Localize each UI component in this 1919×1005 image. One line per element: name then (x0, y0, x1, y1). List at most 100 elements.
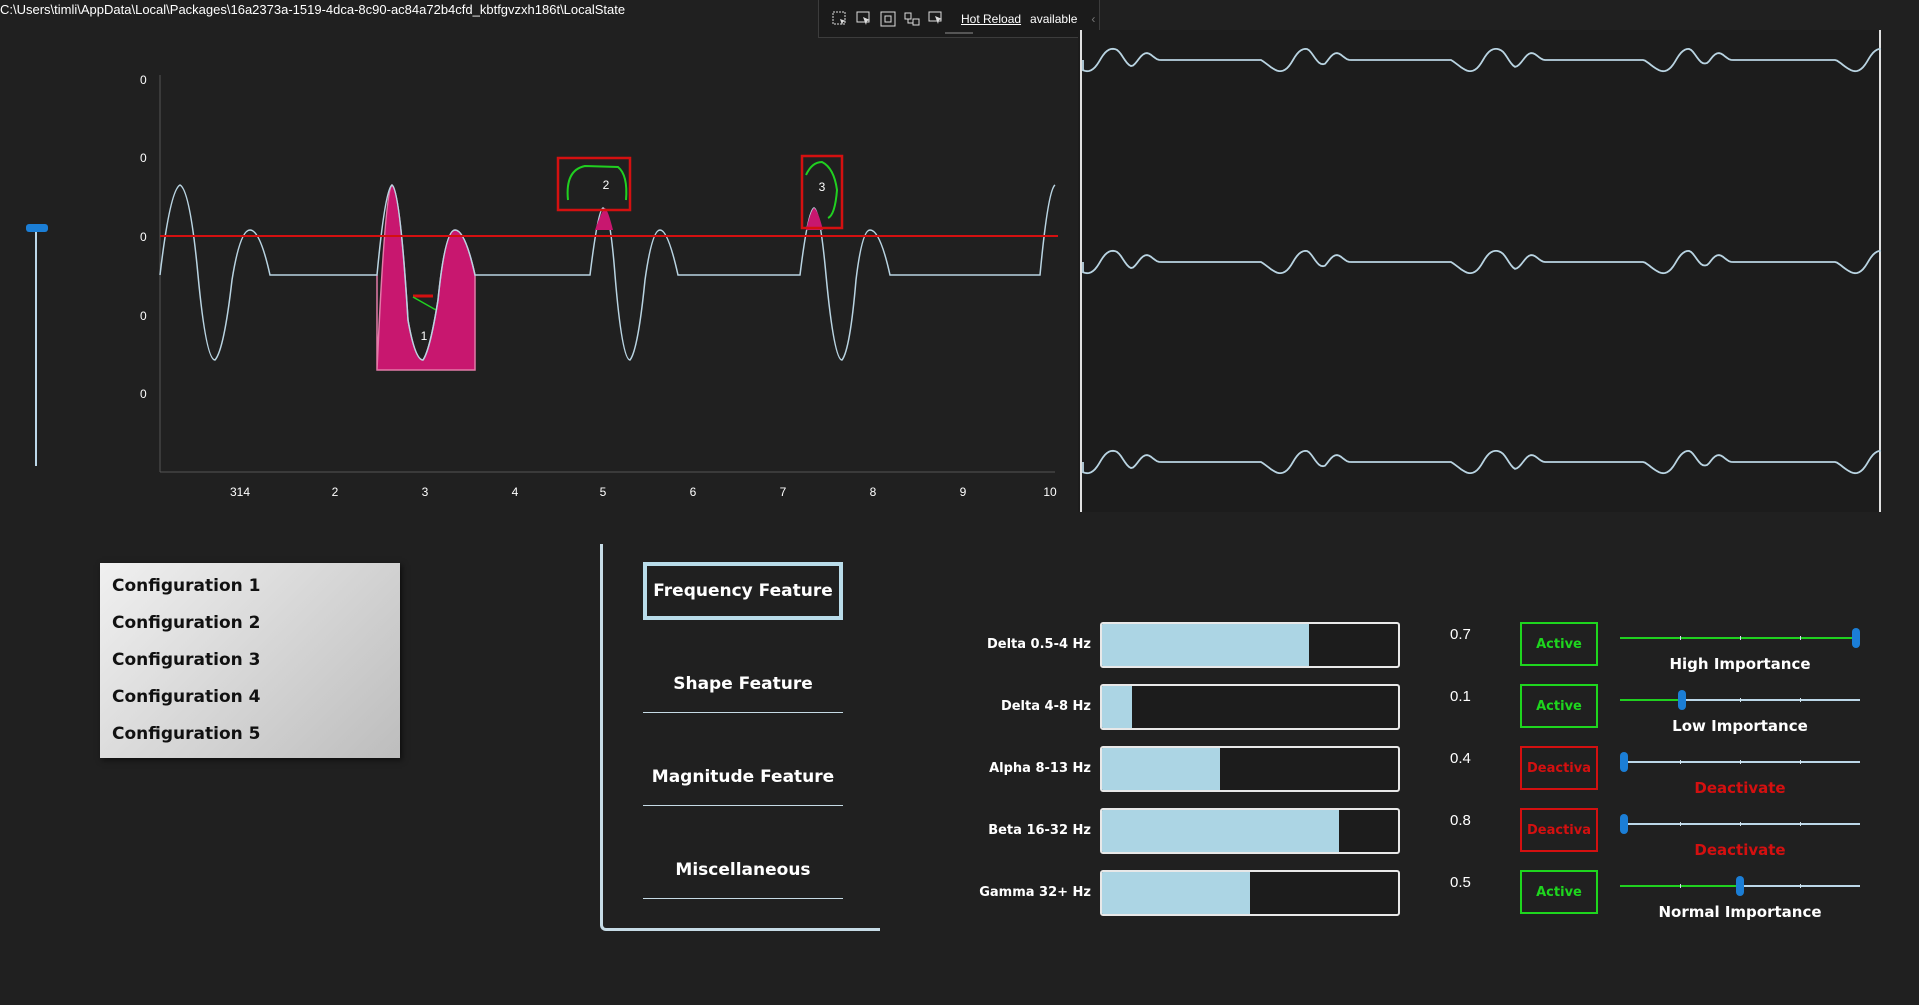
configuration-item[interactable]: Configuration 4 (100, 684, 400, 721)
band-value: 0.7 (1450, 626, 1471, 643)
annotation-label-1: 1 (421, 329, 428, 343)
y-tick-label: 0 (140, 230, 147, 244)
importance-slider-thumb[interactable] (1736, 876, 1744, 896)
toolbar-grip[interactable] (945, 32, 973, 34)
tab-magnitude-feature[interactable]: Magnitude Feature (643, 748, 843, 806)
annotation-label-3: 3 (819, 180, 826, 194)
importance-label: Low Importance (1672, 717, 1808, 735)
threshold-slider-thumb[interactable] (26, 224, 48, 232)
band-value: 0.1 (1450, 688, 1471, 705)
band-status-toggle[interactable]: Deactiva (1520, 746, 1598, 790)
feature-tab-panel: Frequency Feature Shape Feature Magnitud… (600, 544, 880, 931)
importance-label: Deactivate (1694, 841, 1786, 859)
chevron-left-icon[interactable]: ‹ (1091, 12, 1095, 26)
y-tick-label: 0 (140, 73, 147, 87)
debug-toolbar: Hot Reload available ‹ (818, 0, 1100, 38)
importance-slider[interactable] (1620, 814, 1860, 834)
importance-label: Normal Importance (1658, 903, 1822, 921)
display-layout-adorners-icon[interactable] (879, 10, 897, 28)
importance-slider-fill (1620, 699, 1679, 701)
band-value: 0.5 (1450, 874, 1471, 891)
importance-slider-thumb[interactable] (1678, 690, 1686, 710)
hot-reload-status: available (1030, 11, 1078, 26)
band-status-toggle[interactable]: Active (1520, 870, 1598, 914)
window-path-title: C:\Users\timli\AppData\Local\Packages\16… (0, 2, 626, 17)
importance-label: High Importance (1669, 655, 1811, 673)
importance-slider-thumb[interactable] (1852, 628, 1860, 648)
importance-slider-tick (1800, 636, 1801, 640)
band-label: Delta 4-8 Hz (1000, 699, 1091, 714)
importance-slider-tick (1680, 822, 1681, 826)
x-tick-label: 6 (690, 485, 697, 499)
tab-miscellaneous[interactable]: Miscellaneous (643, 841, 843, 899)
x-tick-label: 2 (332, 485, 339, 499)
importance-slider-tick (1680, 884, 1681, 888)
select-element-icon[interactable] (831, 10, 849, 28)
x-tick-label: 9 (960, 485, 967, 499)
band-power-bar (1100, 684, 1400, 730)
importance-slider[interactable] (1620, 876, 1860, 896)
y-tick-label: 0 (140, 151, 147, 165)
importance-slider-tick (1680, 760, 1681, 764)
band-power-fill (1102, 686, 1132, 728)
signal-chart[interactable]: 0 0 0 0 0 314 2 3 4 5 6 7 8 9 10 1 2 3 (140, 60, 1060, 510)
band-value: 0.8 (1450, 812, 1471, 829)
band-label: Beta 16-32 Hz (988, 823, 1091, 838)
band-status-toggle[interactable]: Active (1520, 684, 1598, 728)
band-power-fill (1102, 810, 1339, 852)
importance-slider-tick (1740, 698, 1741, 702)
tab-frequency-feature[interactable]: Frequency Feature (643, 562, 843, 620)
tab-shape-feature[interactable]: Shape Feature (643, 655, 843, 713)
pointer-icon[interactable] (855, 10, 873, 28)
x-tick-label: 7 (780, 485, 787, 499)
importance-label: Deactivate (1694, 779, 1786, 797)
threshold-slider[interactable] (26, 224, 48, 466)
band-power-fill (1102, 748, 1221, 790)
annotation-green-1 (412, 296, 437, 311)
x-tick-label: 314 (230, 485, 250, 499)
configuration-item[interactable]: Configuration 3 (100, 647, 400, 684)
band-status-toggle[interactable]: Active (1520, 622, 1598, 666)
band-label: Delta 0.5-4 Hz (986, 637, 1091, 652)
band-status-toggle[interactable]: Deactiva (1520, 808, 1598, 852)
configuration-item[interactable]: Configuration 1 (100, 573, 400, 610)
importance-slider[interactable] (1620, 690, 1860, 710)
band-power-fill (1102, 624, 1310, 666)
configuration-item[interactable]: Configuration 2 (100, 610, 400, 647)
x-tick-label: 8 (870, 485, 877, 499)
x-tick-label: 10 (1043, 485, 1057, 499)
x-tick-label: 5 (600, 485, 607, 499)
x-tick-label: 3 (422, 485, 429, 499)
band-label: Gamma 32+ Hz (979, 885, 1091, 900)
importance-slider-fill (1620, 885, 1738, 887)
importance-slider-thumb[interactable] (1620, 752, 1628, 772)
importance-slider[interactable] (1620, 628, 1860, 648)
band-value: 0.4 (1450, 750, 1471, 767)
band-label: Alpha 8-13 Hz (989, 761, 1091, 776)
y-tick-label: 0 (140, 309, 147, 323)
x-tick-label: 4 (512, 485, 519, 499)
band-power-bar (1100, 870, 1400, 916)
importance-slider-thumb[interactable] (1620, 814, 1628, 834)
highlight-region-2[interactable] (595, 208, 613, 230)
band-power-bar (1100, 808, 1400, 854)
configuration-list[interactable]: Configuration 1 Configuration 2 Configur… (100, 563, 400, 758)
threshold-slider-track[interactable] (35, 228, 37, 466)
hot-reload-link[interactable]: Hot Reload (961, 12, 1021, 26)
track-focus-icon[interactable] (903, 10, 921, 28)
importance-slider-tick (1800, 698, 1801, 702)
live-visual-tree-icon[interactable] (927, 10, 945, 28)
channel-waveform-panel (1078, 30, 1882, 512)
annotation-green-2 (566, 164, 628, 201)
importance-slider-tick (1800, 822, 1801, 826)
importance-slider-tick (1800, 760, 1801, 764)
configuration-item[interactable]: Configuration 5 (100, 721, 400, 758)
importance-slider-tick (1800, 884, 1801, 888)
importance-slider-tick (1740, 822, 1741, 826)
band-power-bar (1100, 746, 1400, 792)
annotation-label-2: 2 (603, 178, 610, 192)
importance-slider[interactable] (1620, 752, 1860, 772)
importance-slider-tick (1740, 636, 1741, 640)
importance-slider-tick (1680, 636, 1681, 640)
importance-slider-fill (1620, 637, 1856, 639)
